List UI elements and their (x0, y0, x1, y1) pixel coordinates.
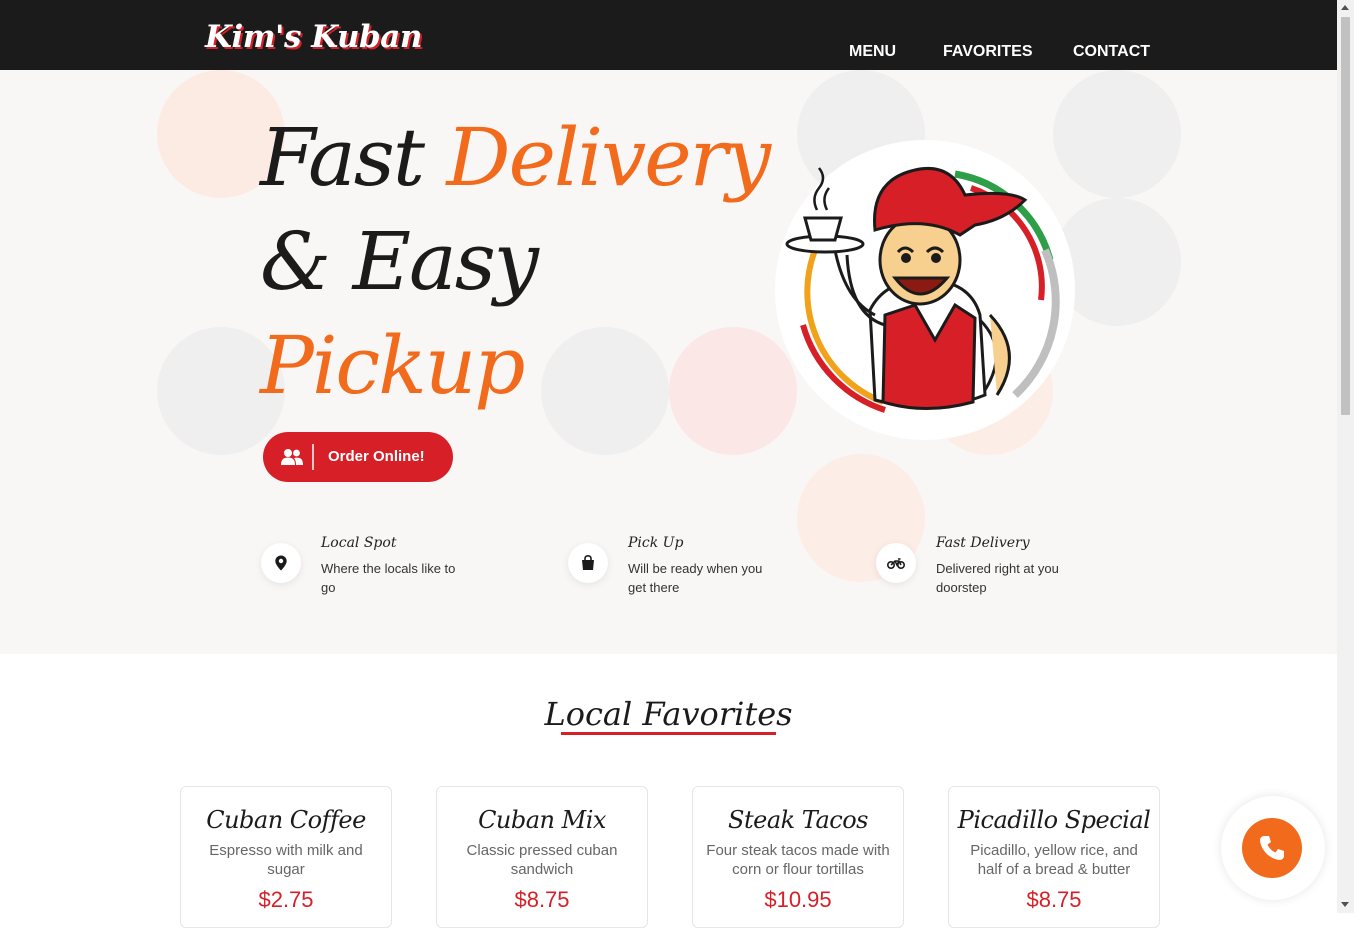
menu-card[interactable]: Steak Tacos Four steak tacos made with c… (692, 786, 904, 928)
feature-title: Pick Up (628, 535, 684, 551)
phone-icon (1260, 836, 1284, 860)
title-underline (561, 732, 776, 735)
nav-contact-link[interactable]: CONTACT (1073, 44, 1150, 60)
shopping-bag-icon (568, 543, 608, 583)
order-online-label: Order Online! (328, 448, 425, 465)
menu-card[interactable]: Cuban Coffee Espresso with milk and suga… (180, 786, 392, 928)
button-divider (312, 444, 314, 470)
menu-item-name: Picadillo Special (957, 806, 1151, 834)
mascot-logo (775, 140, 1075, 440)
menu-item-description: Espresso with milk and sugar (209, 842, 363, 878)
order-online-button[interactable]: Order Online! (263, 432, 453, 482)
menu-item-name: Cuban Mix (478, 806, 606, 834)
headline-delivery: Delivery (446, 111, 771, 204)
scroll-up-arrow-icon[interactable] (1341, 5, 1349, 10)
page-scrollbar[interactable] (1337, 0, 1354, 913)
nav-menu-link[interactable]: MENU (849, 44, 896, 60)
chef-mascot-icon (785, 166, 1060, 413)
local-favorites-title: Local Favorites (544, 695, 793, 733)
call-button-wrapper (1221, 796, 1325, 900)
menu-item-price: $2.75 (258, 887, 314, 912)
headline-fast: Fast (260, 111, 425, 204)
feature-title: Fast Delivery (936, 535, 1030, 551)
menu-card[interactable]: Cuban Mix Classic pressed cuban sandwich… (436, 786, 648, 928)
menu-item-description: Classic pressed cuban sandwich (466, 842, 618, 878)
feature-description: Will be ready when you get there (628, 561, 763, 595)
users-icon (281, 449, 303, 465)
nav-favorites-link[interactable]: FAVORITES (943, 44, 1033, 60)
menu-item-price: $10.95 (764, 887, 832, 912)
brand-logo[interactable]: Kim's Kuban (205, 22, 422, 53)
hero-headline: Fast Delivery & Easy Pickup (260, 106, 771, 418)
call-button[interactable] (1242, 818, 1302, 878)
menu-card[interactable]: Picadillo Special Picadillo, yellow rice… (948, 786, 1160, 928)
menu-item-description: Four steak tacos made with corn or flour… (706, 842, 890, 878)
feature-pick-up: Pick Up Will be ready when you get there (568, 535, 808, 605)
hero-section: Fast Delivery & Easy Pickup Order Online! (0, 70, 1337, 654)
scroll-down-arrow-icon[interactable] (1341, 902, 1349, 907)
navbar: Kim's Kuban MENU FAVORITES CONTACT (0, 0, 1337, 70)
menu-item-description: Picadillo, yellow rice, and half of a br… (970, 842, 1138, 878)
headline-pickup: Pickup (260, 319, 525, 412)
menu-item-name: Steak Tacos (728, 806, 868, 834)
feature-description: Where the locals like to go (321, 561, 456, 595)
feature-description: Delivered right at you doorstep (936, 561, 1059, 595)
feature-fast-delivery: Fast Delivery Delivered right at you doo… (876, 535, 1116, 605)
feature-local-spot: Local Spot Where the locals like to go (261, 535, 501, 605)
headline-easy: & Easy (260, 215, 539, 308)
scrollbar-thumb[interactable] (1341, 17, 1350, 415)
map-pin-icon (261, 543, 301, 583)
motorcycle-icon (876, 543, 916, 583)
menu-item-price: $8.75 (1026, 887, 1082, 912)
menu-item-name: Cuban Coffee (206, 806, 366, 834)
menu-item-price: $8.75 (514, 887, 570, 912)
feature-title: Local Spot (321, 535, 397, 551)
